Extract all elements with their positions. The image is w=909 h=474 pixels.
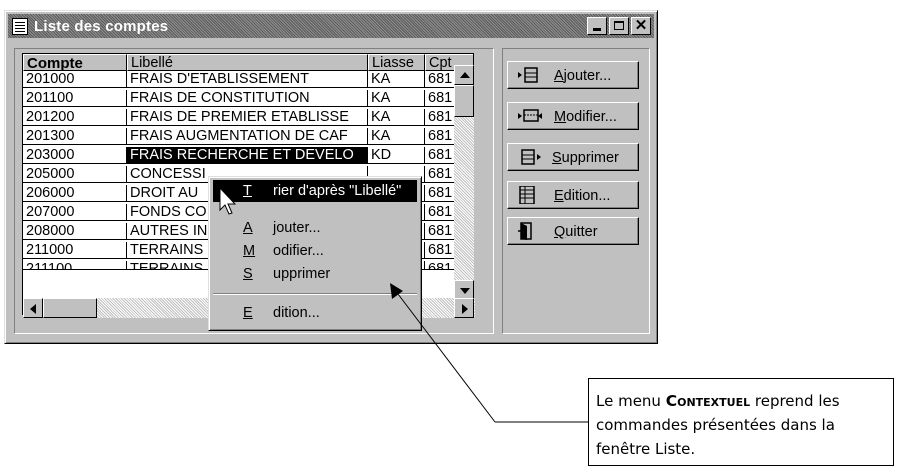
table-row[interactable]: 201100 FRAIS DE CONSTITUTION KA 681 bbox=[23, 90, 473, 107]
table-row[interactable]: 201200 FRAIS DE PREMIER ETABLISSE KA 681 bbox=[23, 109, 473, 126]
scroll-down-button[interactable] bbox=[454, 280, 474, 300]
cell-compte[interactable]: 201100 bbox=[23, 90, 127, 107]
column-header-libelle[interactable]: Libellé bbox=[127, 54, 368, 71]
modify-button-label: odifier... bbox=[566, 109, 617, 125]
cell-compte[interactable]: 207000 bbox=[23, 204, 127, 221]
delete-button-label: upprimer bbox=[561, 150, 619, 166]
cell-compte[interactable]: 211000 bbox=[23, 242, 127, 259]
arrow-down-icon bbox=[460, 288, 470, 294]
callout-note: Le menu Contextuel reprend les commandes… bbox=[588, 378, 894, 466]
window-title: Liste des comptes bbox=[34, 17, 169, 35]
menu-item-sort-by-libelle[interactable]: Trier d'après "Libellé" bbox=[213, 180, 417, 202]
cell-compte[interactable]: 203000 bbox=[23, 147, 127, 164]
add-button-label: jouter... bbox=[563, 68, 612, 84]
add-button-accesskey: A bbox=[554, 68, 564, 84]
menu-item-modify[interactable]: Modifier... bbox=[213, 240, 417, 262]
cell-liasse[interactable]: KD bbox=[368, 147, 425, 164]
cell-liasse[interactable]: KA bbox=[368, 128, 425, 145]
cell-libelle[interactable]: FRAIS D'ETABLISSEMENT bbox=[127, 71, 368, 88]
cell-liasse[interactable]: KA bbox=[368, 90, 425, 107]
add-record-icon bbox=[518, 67, 538, 83]
cell-compte[interactable]: 211100 bbox=[23, 261, 127, 270]
cell-libelle[interactable]: FRAIS AUGMENTATION DE CAF bbox=[127, 128, 368, 145]
close-button[interactable]: ✕ bbox=[631, 17, 651, 35]
column-header-liasse[interactable]: Liasse bbox=[368, 54, 425, 71]
cell-compte[interactable]: 205000 bbox=[23, 166, 127, 183]
minimize-button[interactable] bbox=[587, 17, 607, 35]
exit-door-icon bbox=[518, 222, 532, 240]
modify-button[interactable]: Modifier... bbox=[507, 102, 639, 130]
print-list-icon bbox=[519, 186, 535, 204]
delete-record-icon bbox=[521, 149, 541, 165]
scroll-up-button[interactable] bbox=[454, 65, 474, 85]
print-button[interactable]: Edition... bbox=[507, 181, 639, 209]
maximize-button[interactable] bbox=[609, 17, 629, 35]
table-header-row: Compte Libellé Liasse Cpt bbox=[23, 54, 473, 71]
cell-libelle[interactable]: FRAIS RECHERCHE ET DEVELO bbox=[127, 147, 368, 164]
callout-keyword: Contextuel bbox=[665, 392, 751, 410]
arrow-up-icon bbox=[460, 72, 470, 78]
column-header-compte[interactable]: Compte bbox=[23, 54, 127, 71]
scroll-right-button[interactable] bbox=[454, 298, 474, 318]
add-button[interactable]: Ajouter... bbox=[507, 61, 639, 89]
print-button-label: dition... bbox=[563, 188, 611, 204]
cell-compte[interactable]: 201200 bbox=[23, 109, 127, 126]
cell-liasse[interactable]: KA bbox=[368, 109, 425, 126]
cell-compte[interactable]: 206000 bbox=[23, 185, 127, 202]
horizontal-scroll-thumb[interactable] bbox=[43, 298, 97, 318]
modify-button-accesskey: M bbox=[554, 109, 567, 125]
close-icon: ✕ bbox=[634, 17, 648, 34]
menu-item-delete[interactable]: Supprimer bbox=[213, 263, 417, 285]
delete-button-accesskey: S bbox=[552, 150, 562, 166]
minimize-icon bbox=[593, 28, 601, 31]
list-app-icon bbox=[12, 17, 28, 35]
title-bar[interactable]: Liste des comptes ✕ bbox=[8, 14, 654, 38]
cell-compte[interactable]: 208000 bbox=[23, 223, 127, 240]
cell-compte[interactable]: 201300 bbox=[23, 128, 127, 145]
modify-record-icon bbox=[518, 109, 542, 122]
vertical-scrollbar[interactable] bbox=[454, 65, 474, 300]
cell-compte[interactable]: 201000 bbox=[23, 71, 127, 88]
quit-button-label: uitter bbox=[565, 224, 598, 240]
arrow-left-icon bbox=[30, 304, 36, 314]
scroll-left-button[interactable] bbox=[23, 298, 43, 318]
cell-liasse[interactable]: KA bbox=[368, 71, 425, 88]
print-button-accesskey: E bbox=[554, 188, 564, 204]
menu-separator bbox=[213, 293, 417, 295]
maximize-icon bbox=[614, 21, 624, 30]
context-menu: Trier d'après "Libellé" Ajouter... Modif… bbox=[208, 176, 422, 331]
table-row[interactable]: 201000 FRAIS D'ETABLISSEMENT KA 681 bbox=[23, 71, 473, 88]
delete-button[interactable]: Supprimer bbox=[507, 143, 639, 171]
quit-button[interactable]: Quitter bbox=[507, 217, 639, 245]
vertical-scroll-thumb[interactable] bbox=[454, 85, 474, 117]
quit-button-accesskey: Q bbox=[554, 224, 566, 240]
table-row[interactable]: 201300 FRAIS AUGMENTATION DE CAF KA 681 bbox=[23, 128, 473, 145]
table-row[interactable]: 203000 FRAIS RECHERCHE ET DEVELO KD 681 bbox=[23, 147, 473, 164]
menu-item-add[interactable]: Ajouter... bbox=[213, 217, 417, 239]
menu-item-print[interactable]: Edition... bbox=[213, 302, 417, 324]
arrow-right-icon bbox=[462, 304, 468, 314]
cell-libelle[interactable]: FRAIS DE CONSTITUTION bbox=[127, 90, 368, 107]
cell-libelle[interactable]: FRAIS DE PREMIER ETABLISSE bbox=[127, 109, 368, 126]
